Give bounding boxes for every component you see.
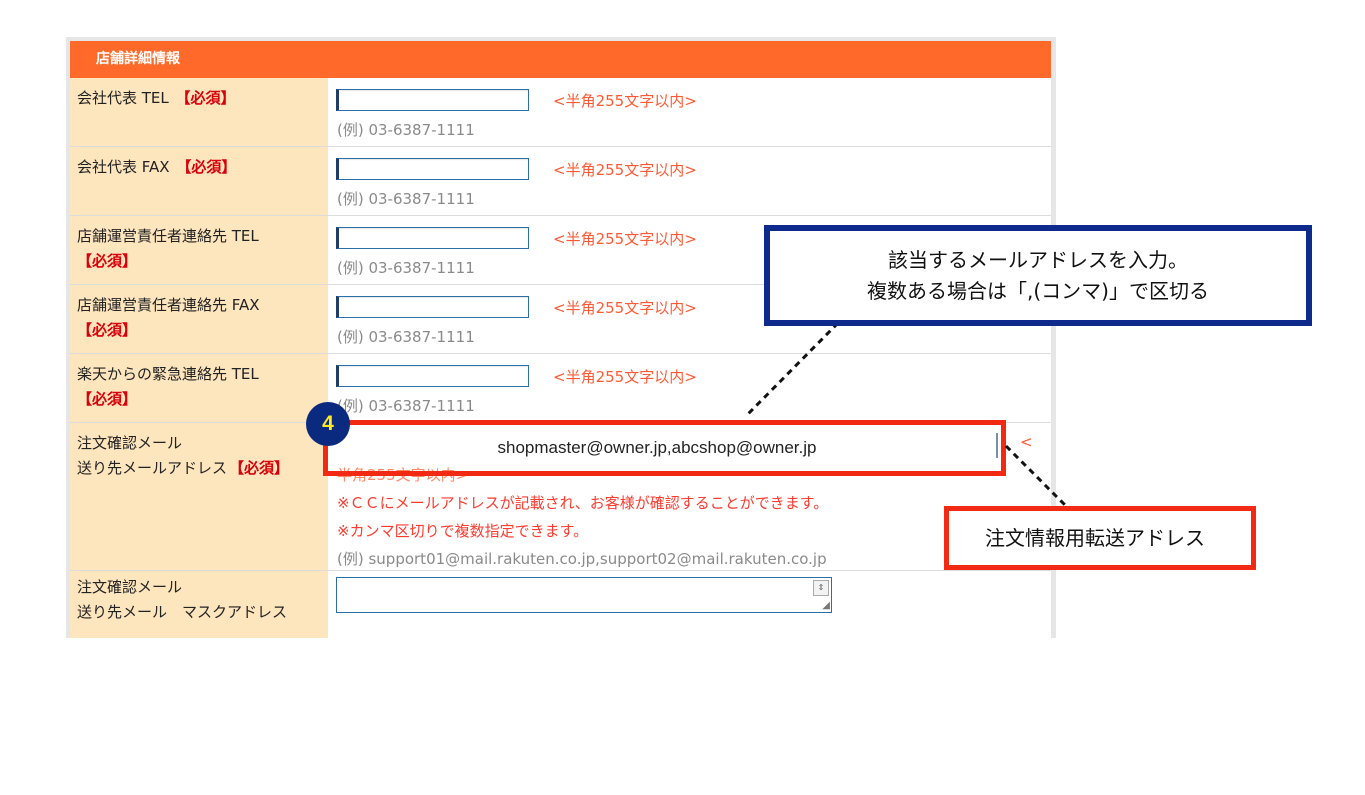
callout-line2: 複数ある場合は「,(コンマ)」で区切る	[867, 279, 1209, 303]
callout-line1: 該当するメールアドレスを入力。	[888, 248, 1188, 272]
callout-connectors	[746, 321, 1072, 512]
instruction-callout: 該当するメールアドレスを入力。 複数ある場合は「,(コンマ)」で区切る	[764, 225, 1312, 326]
forwarding-address-callout: 注文情報用転送アドレス	[944, 506, 1256, 570]
connector-blue	[746, 321, 840, 416]
connector-red	[1004, 444, 1072, 512]
